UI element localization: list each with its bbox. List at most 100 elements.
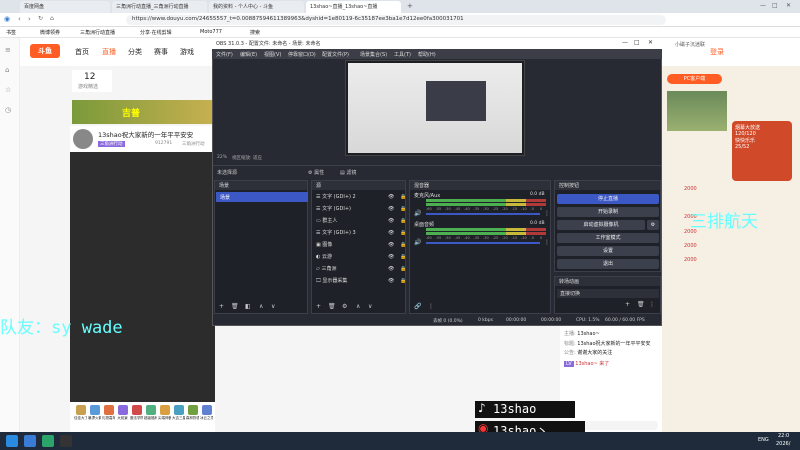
eye-icon[interactable]: 👁 bbox=[388, 265, 394, 274]
url-field[interactable]: https://www.douyu.com/24655557_t=0.00887… bbox=[126, 15, 666, 25]
add-icon[interactable]: + bbox=[625, 301, 630, 308]
lock-icon[interactable]: 🔒 bbox=[400, 205, 406, 214]
reload-icon[interactable]: ↻ bbox=[38, 15, 43, 22]
banner-image[interactable]: 吉普 bbox=[72, 100, 215, 124]
eye-icon[interactable]: 👁 bbox=[388, 241, 394, 250]
minimize-icon[interactable]: — bbox=[760, 2, 766, 9]
zoom-mode-dropdown[interactable]: 视区缩放: 适应 bbox=[232, 155, 262, 161]
kebab-icon[interactable]: ⋮ bbox=[649, 301, 655, 308]
filter-icon[interactable]: ◧ bbox=[245, 303, 251, 310]
lock-icon[interactable]: 🔒 bbox=[400, 217, 406, 226]
eye-icon[interactable]: 👁 bbox=[388, 193, 394, 202]
move-down-icon[interactable]: ∨ bbox=[271, 303, 275, 310]
pc-client-button[interactable]: PC客户端 bbox=[667, 74, 722, 84]
move-down-icon[interactable]: ∨ bbox=[368, 303, 372, 310]
kebab-icon[interactable]: ⋮ bbox=[544, 210, 550, 217]
volume-slider[interactable] bbox=[426, 213, 540, 215]
lock-icon[interactable]: 🔒 bbox=[400, 265, 406, 274]
obs-close-icon[interactable]: ✕ bbox=[648, 39, 653, 46]
bookmark-item[interactable]: 微博领券 bbox=[40, 29, 60, 36]
counter-box[interactable]: 12 游戏精选 bbox=[72, 70, 112, 92]
menu-edit[interactable]: 编辑(E) bbox=[240, 51, 257, 58]
lock-icon[interactable]: 🔒 bbox=[400, 229, 406, 238]
gift-item[interactable]: 森林物语 bbox=[186, 404, 199, 430]
start-virtual-camera-button[interactable]: 启动虚拟摄像机 bbox=[557, 220, 645, 230]
browser-tab[interactable]: 我的资料 - 个人中心 - 斗鱼 bbox=[209, 1, 304, 13]
video-area[interactable] bbox=[70, 152, 215, 402]
browser-tab[interactable]: 三角洲行动直播_三角洲行动直播 bbox=[112, 1, 207, 13]
studio-mode-button[interactable]: 工作室模式 bbox=[557, 233, 659, 243]
menu-file[interactable]: 文件(F) bbox=[216, 51, 233, 58]
avatar[interactable] bbox=[73, 129, 93, 149]
source-item[interactable]: ☰ 文字 (GDI+) 👁 🔒 bbox=[316, 205, 406, 214]
gift-item[interactable]: 佳佳大了 bbox=[74, 404, 87, 430]
obs-maximize-icon[interactable]: □ bbox=[634, 39, 640, 46]
add-icon[interactable]: + bbox=[316, 303, 321, 310]
nav-category[interactable]: 分类 bbox=[128, 47, 142, 57]
menu-view[interactable]: 视图(V) bbox=[264, 51, 281, 58]
scene-item[interactable]: 场景 bbox=[216, 192, 308, 202]
source-item[interactable]: ◐ 云游 👁 🔒 bbox=[316, 253, 406, 262]
settings-button[interactable]: 设置 bbox=[557, 246, 659, 256]
transition-select[interactable]: 直接切换 bbox=[557, 289, 659, 298]
clock-date[interactable]: 2026/ bbox=[776, 441, 790, 447]
obs-taskbar-icon[interactable] bbox=[60, 435, 72, 447]
start-recording-button[interactable]: 开始录制 bbox=[557, 207, 659, 217]
source-item[interactable]: ▣ 图像 👁 🔒 bbox=[316, 241, 406, 250]
bookmark-item[interactable]: 三角洲行动直播 bbox=[80, 29, 115, 36]
properties-button[interactable]: ⚙ 属性 bbox=[308, 169, 324, 176]
obs-minimize-icon[interactable]: — bbox=[622, 39, 628, 46]
star-icon[interactable]: ☆ bbox=[5, 86, 11, 94]
login-link[interactable]: 登录 bbox=[710, 47, 724, 57]
eye-icon[interactable]: 👁 bbox=[388, 253, 394, 262]
source-item[interactable]: ☰ 文字 (GDI+) 2 👁 🔒 bbox=[316, 193, 406, 202]
source-item[interactable]: ▭ 群主人 👁 🔒 bbox=[316, 217, 406, 226]
menu-help[interactable]: 帮助(H) bbox=[418, 51, 436, 58]
menu-tools[interactable]: 工具(T) bbox=[394, 51, 411, 58]
gift-item[interactable]: 魔法学院 bbox=[130, 404, 143, 430]
browser-tab[interactable]: 百度网盘 bbox=[20, 1, 110, 13]
kebab-icon[interactable]: ⋮ bbox=[428, 303, 434, 310]
nav-events[interactable]: 赛事 bbox=[154, 47, 168, 57]
home-side-icon[interactable]: ⌂ bbox=[5, 66, 9, 74]
add-icon[interactable]: + bbox=[219, 303, 224, 310]
taskbar-app-icon[interactable] bbox=[42, 435, 54, 447]
filters-button[interactable]: ▤ 滤镜 bbox=[340, 169, 356, 176]
taskbar-app-icon[interactable] bbox=[24, 435, 36, 447]
source-item[interactable]: 🖵 显示器采集 👁 🔒 bbox=[316, 277, 406, 286]
language-indicator[interactable]: ENG bbox=[758, 437, 769, 443]
obs-preview[interactable] bbox=[345, 60, 525, 156]
gift-item[interactable]: 尖端神器 bbox=[158, 404, 171, 430]
back-icon[interactable]: ‹ bbox=[18, 15, 21, 23]
site-logo[interactable]: 斗鱼 bbox=[30, 44, 60, 58]
menu-docks[interactable]: 停靠窗口(D) bbox=[288, 51, 316, 58]
lock-icon[interactable]: 🔒 bbox=[400, 193, 406, 202]
new-tab-icon[interactable]: + bbox=[407, 2, 413, 10]
history-icon[interactable]: ◷ bbox=[5, 106, 11, 114]
bookmark-item[interactable]: 书签 bbox=[6, 29, 16, 36]
move-up-icon[interactable]: ∧ bbox=[259, 303, 263, 310]
bookmark-item[interactable]: Moto777 bbox=[200, 29, 222, 35]
gift-item[interactable]: 冰云之境 bbox=[200, 404, 213, 430]
volume-slider[interactable] bbox=[426, 242, 540, 244]
close-icon[interactable]: ✕ bbox=[786, 2, 791, 9]
nav-home[interactable]: 首页 bbox=[75, 47, 89, 57]
gift-item[interactable]: 大前景 bbox=[116, 404, 129, 430]
eye-icon[interactable]: 👁 bbox=[388, 205, 394, 214]
eye-icon[interactable]: 👁 bbox=[388, 229, 394, 238]
trash-icon[interactable]: 🗑 bbox=[637, 301, 645, 308]
menu-scene-collection[interactable]: 场景集合(S) bbox=[360, 51, 387, 58]
windows-start-icon[interactable] bbox=[6, 435, 18, 447]
exit-button[interactable]: 退出 bbox=[557, 259, 659, 269]
bookmark-item[interactable]: 分享·在线剪辑 bbox=[140, 29, 172, 36]
nav-games[interactable]: 游戏 bbox=[180, 47, 194, 57]
clock-time[interactable]: 22:0 bbox=[778, 433, 789, 439]
lock-icon[interactable]: 🔒 bbox=[400, 277, 406, 286]
gear-icon[interactable]: ⚙ bbox=[342, 303, 347, 310]
gift-item[interactable]: 超级福利 bbox=[144, 404, 157, 430]
kebab-icon[interactable]: ⋮ bbox=[544, 239, 550, 246]
speaker-icon[interactable]: 🔊 bbox=[414, 210, 421, 217]
eye-icon[interactable]: 👁 bbox=[388, 217, 394, 226]
trash-icon[interactable]: 🗑 bbox=[231, 303, 239, 310]
bookmark-item[interactable]: 搜索 bbox=[250, 29, 260, 36]
